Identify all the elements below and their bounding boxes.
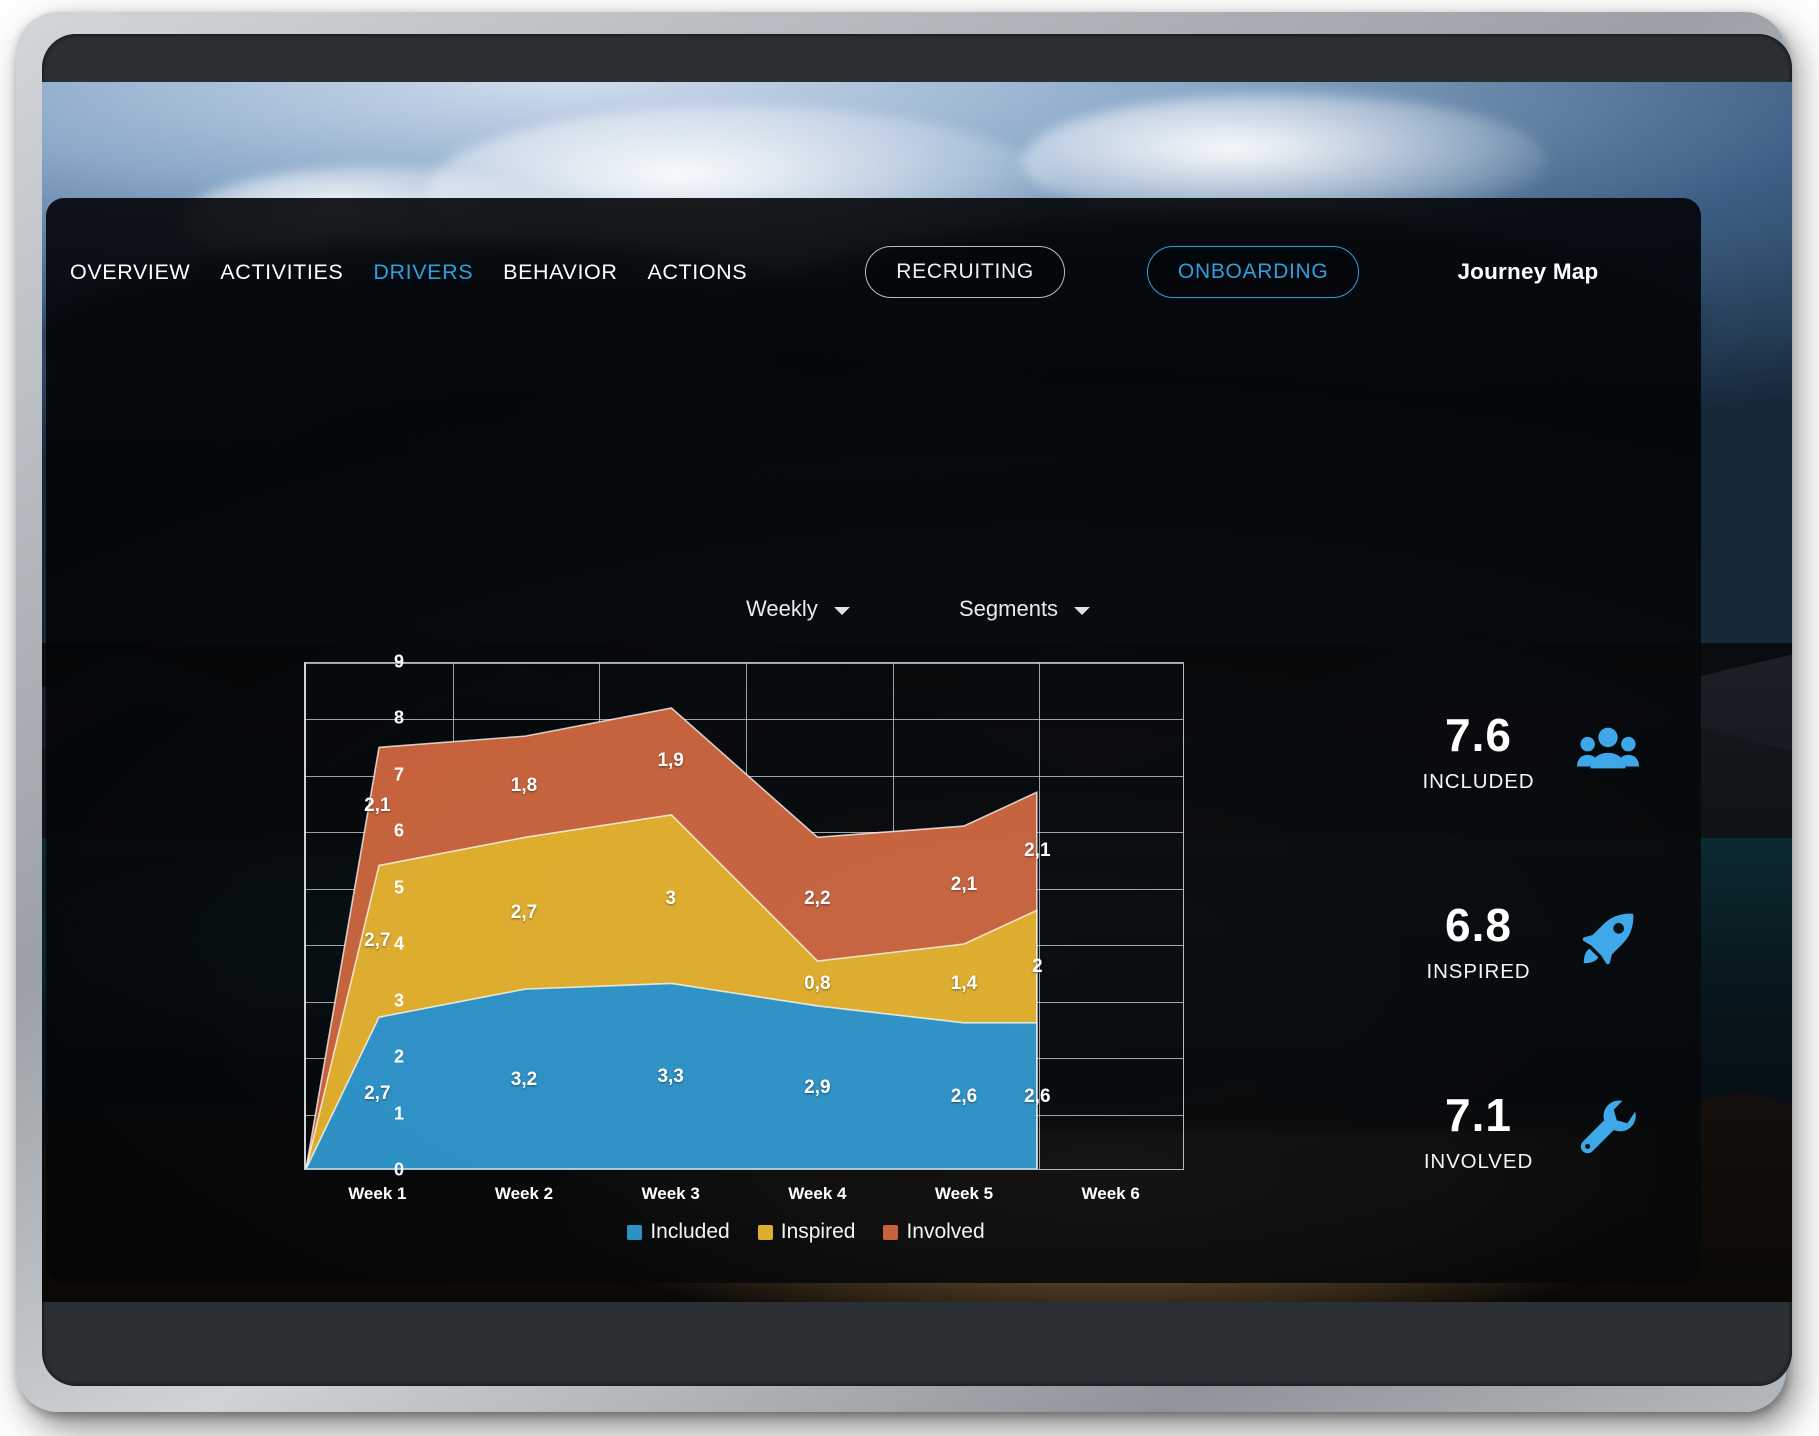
top-navigation-bar: OVERVIEW ACTIVITIES DRIVERS BEHAVIOR ACT… <box>46 240 1701 304</box>
tablet-device-frame: OVERVIEW ACTIVITIES DRIVERS BEHAVIOR ACT… <box>16 12 1792 1412</box>
tablet-bezel: OVERVIEW ACTIVITIES DRIVERS BEHAVIOR ACT… <box>42 34 1792 1386</box>
data-label: 2 <box>1032 955 1043 977</box>
data-label: 2,7 <box>510 902 538 924</box>
period-dropdown-value: Weekly <box>746 596 818 621</box>
kpi-label: INVOLVED <box>1423 1150 1534 1173</box>
chevron-down-icon <box>833 606 850 615</box>
chevron-down-icon <box>1074 606 1091 615</box>
dashboard-panel: OVERVIEW ACTIVITIES DRIVERS BEHAVIOR ACT… <box>46 198 1701 1283</box>
kpi-panel: 7.6 INCLUDED 6.8 INSPIRED 7.1 INVOLVED <box>1391 708 1691 1278</box>
kpi-included: 7.6 INCLUDED <box>1391 708 1691 898</box>
nav-item-actions[interactable]: ACTIONS <box>647 260 747 285</box>
data-label: 0,8 <box>804 972 831 994</box>
data-label: 1,9 <box>657 749 684 771</box>
data-label: 3,3 <box>657 1065 684 1087</box>
y-axis-tick-label: 3 <box>393 990 404 1011</box>
y-axis-tick-label: 8 <box>393 707 404 728</box>
onboarding-button[interactable]: ONBOARDING <box>1146 246 1360 298</box>
kpi-value: 6.8 <box>1445 899 1512 951</box>
nav-item-behavior[interactable]: BEHAVIOR <box>503 260 617 285</box>
nav-item-activities[interactable]: ACTIVITIES <box>220 260 343 285</box>
data-label: 2,7 <box>364 930 391 952</box>
mode-toggle-group: RECRUITING ONBOARDING <box>865 246 1360 298</box>
legend-label: Inspired <box>780 1220 856 1243</box>
kpi-involved: 7.1 INVOLVED <box>1391 1088 1691 1278</box>
y-axis-tick-label: 9 <box>393 651 404 672</box>
y-axis-tick-label: 5 <box>393 877 404 898</box>
data-label: 2,1 <box>364 794 391 816</box>
data-label: 3,2 <box>510 1068 538 1090</box>
legend-swatch-icon <box>757 1224 773 1240</box>
rocket-icon <box>1577 908 1639 970</box>
chart-legend: Included Inspired Involved <box>246 1220 1366 1244</box>
kpi-label: INCLUDED <box>1422 770 1535 793</box>
x-axis-tick-label: Week 4 <box>788 1184 847 1203</box>
legend-swatch-icon <box>627 1224 643 1240</box>
tablet-screen: OVERVIEW ACTIVITIES DRIVERS BEHAVIOR ACT… <box>42 82 1792 1302</box>
kpi-value: 7.1 <box>1445 1089 1512 1141</box>
filter-bar: Weekly Segments <box>46 596 1701 642</box>
y-axis-tick-label: 1 <box>393 1103 404 1124</box>
data-label: 2,6 <box>1024 1085 1051 1107</box>
main-nav: OVERVIEW ACTIVITIES DRIVERS BEHAVIOR ACT… <box>70 260 747 285</box>
legend-label: Involved <box>906 1220 985 1243</box>
data-label: 2,1 <box>950 873 978 895</box>
legend-item[interactable]: Included <box>627 1220 730 1244</box>
recruiting-button[interactable]: RECRUITING <box>865 246 1065 298</box>
legend-swatch-icon <box>883 1224 899 1240</box>
period-dropdown[interactable]: Weekly <box>746 596 850 622</box>
kpi-label: INSPIRED <box>1426 960 1531 983</box>
chart-svg <box>306 707 1038 1169</box>
kpi-value: 7.6 <box>1445 709 1512 761</box>
wrench-icon <box>1577 1098 1639 1160</box>
people-group-icon <box>1577 718 1639 780</box>
data-label: 2,1 <box>1024 840 1051 862</box>
kpi-inspired: 6.8 INSPIRED <box>1391 898 1691 1088</box>
data-label: 2,7 <box>364 1082 391 1104</box>
chart-series-areas <box>306 663 1183 1169</box>
data-label: 2,6 <box>950 1085 978 1107</box>
data-label: 1,8 <box>510 775 538 797</box>
y-axis-tick-label: 0 <box>393 1159 404 1180</box>
stacked-area-chart: 0123456789 Week 1 Week 2 Week 3 Week 4 Week … <box>246 648 1366 1243</box>
y-axis-tick-label: 6 <box>393 820 404 841</box>
data-label: 1,4 <box>950 972 978 994</box>
data-label: 2,2 <box>804 888 831 910</box>
nav-item-drivers[interactable]: DRIVERS <box>373 260 473 285</box>
segments-dropdown-value: Segments <box>959 596 1059 621</box>
legend-item[interactable]: Inspired <box>757 1220 856 1244</box>
data-label: 2,9 <box>804 1077 831 1099</box>
legend-item[interactable]: Involved <box>883 1220 985 1244</box>
page-title: Journey Map <box>1457 259 1599 284</box>
x-axis-tick-label: Week 2 <box>494 1184 554 1203</box>
y-axis-tick-label: 2 <box>393 1046 404 1067</box>
nav-item-overview[interactable]: OVERVIEW <box>70 260 190 285</box>
x-axis-tick-label: Week 6 <box>1081 1184 1140 1203</box>
chart-plot-area <box>304 662 1184 1170</box>
legend-label: Included <box>650 1220 730 1243</box>
y-axis-tick-label: 7 <box>393 764 404 785</box>
data-label: 3 <box>665 888 676 910</box>
x-axis-tick-label: Week 5 <box>934 1184 994 1203</box>
x-axis-tick-label: Week 1 <box>348 1184 407 1203</box>
segments-dropdown[interactable]: Segments <box>959 596 1091 622</box>
x-axis-tick-label: Week 3 <box>641 1184 700 1203</box>
